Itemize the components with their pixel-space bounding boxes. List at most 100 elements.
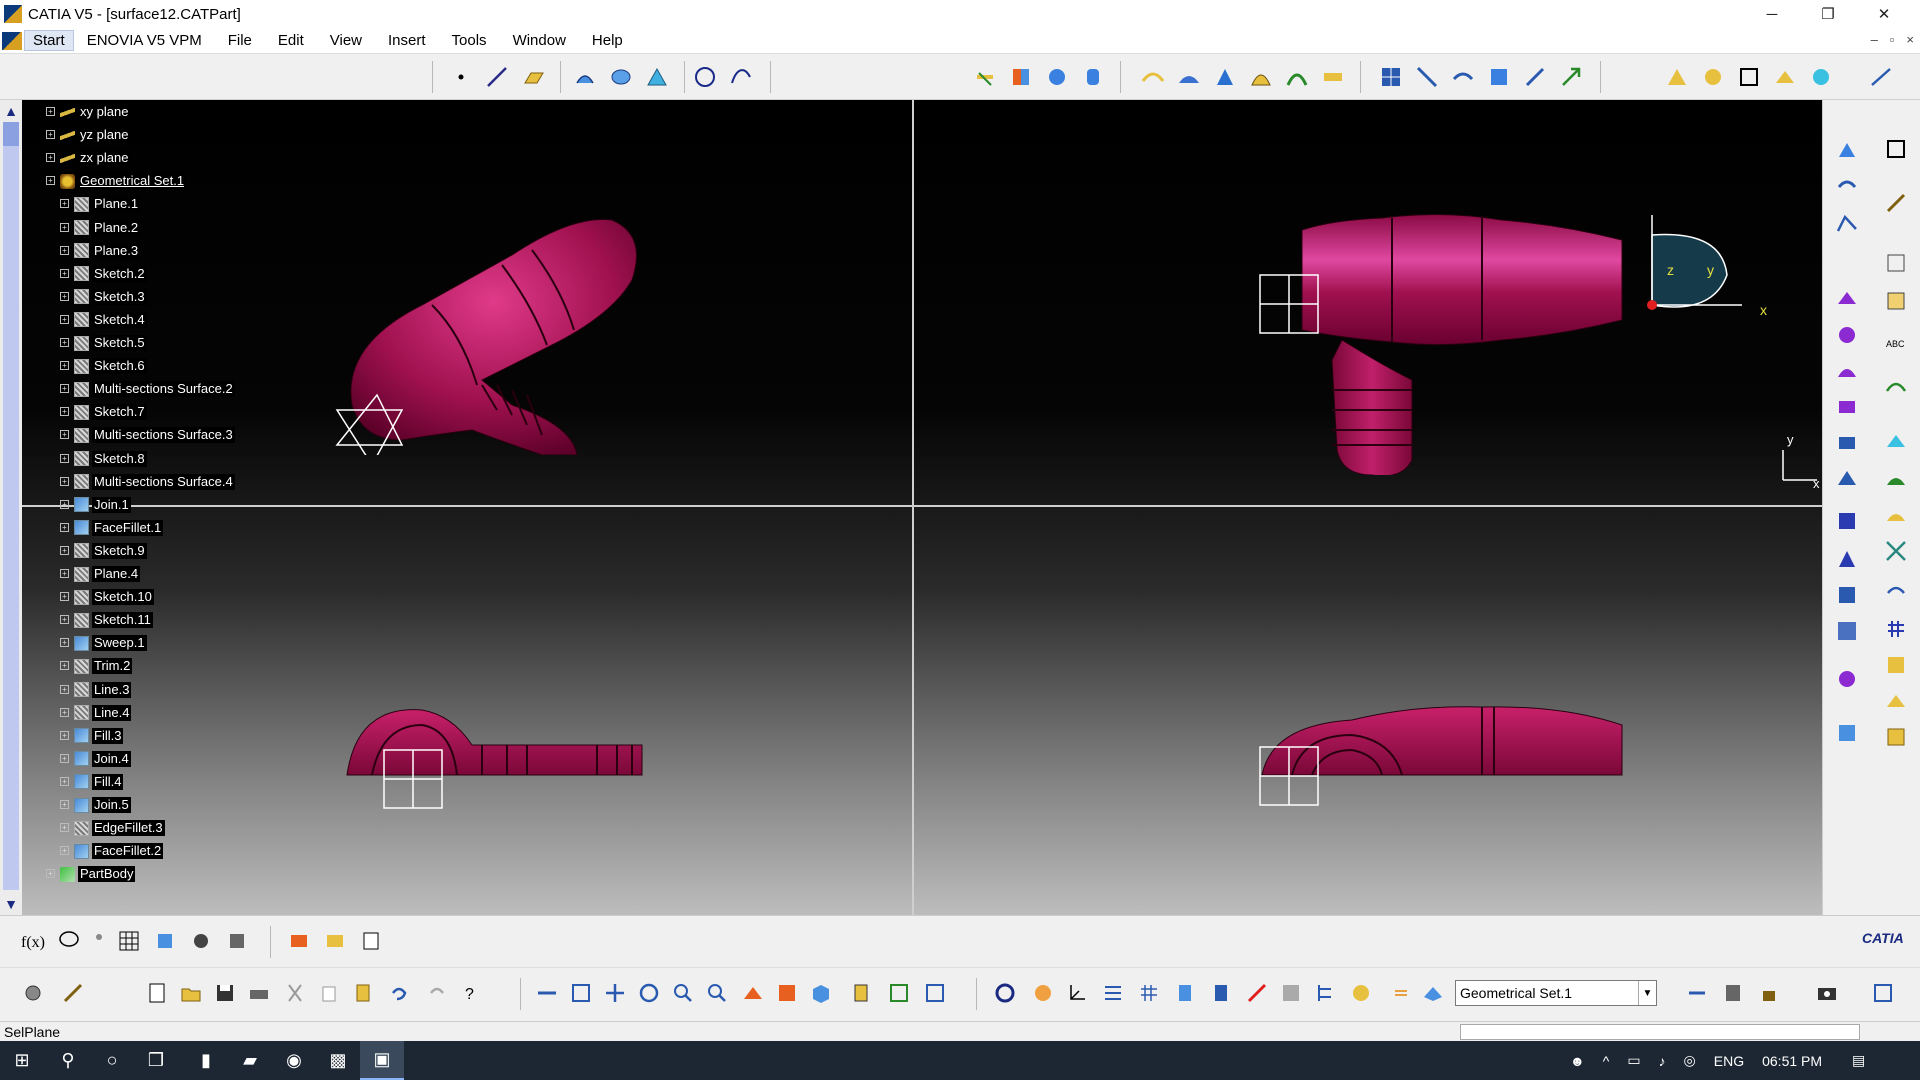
restore-button[interactable]: ❐: [1800, 0, 1856, 28]
user-feature-icon[interactable]: [322, 928, 348, 954]
undo-icon[interactable]: [386, 980, 412, 1006]
tree-expander-icon[interactable]: +: [60, 592, 69, 602]
menu-tools[interactable]: Tools: [439, 32, 500, 49]
clock[interactable]: 06:51 PM: [1762, 1053, 1822, 1069]
tree-expander-icon[interactable]: +: [46, 869, 55, 879]
file-explorer-icon[interactable]: ▰: [228, 1041, 272, 1080]
sphere-icon[interactable]: [1044, 64, 1070, 90]
fly-mode-icon[interactable]: [534, 980, 560, 1006]
project-icon[interactable]: [972, 64, 998, 90]
surface-blend-icon[interactable]: [1834, 430, 1860, 456]
scroll-up-arrow-icon[interactable]: ▲: [3, 102, 19, 120]
sketcher-icon[interactable]: [1834, 136, 1860, 162]
menu-file[interactable]: File: [215, 32, 265, 49]
draft-analysis-icon[interactable]: [1772, 64, 1798, 90]
3d-viewport[interactable]: + xy plane + yz plane + zx plane + Geometrical …: [22, 100, 1822, 915]
workbench-icon[interactable]: [60, 980, 86, 1006]
abc-text-icon[interactable]: ABC: [1883, 330, 1909, 356]
point-icon[interactable]: [448, 64, 474, 90]
hide-show-icon[interactable]: [1834, 720, 1860, 746]
tree-expander-icon[interactable]: +: [60, 199, 69, 209]
people-icon[interactable]: ☻: [1570, 1053, 1585, 1069]
tree-expander-icon[interactable]: +: [60, 753, 69, 763]
tree-item[interactable]: + FaceFillet.2: [60, 841, 164, 861]
print-icon[interactable]: [246, 980, 272, 1006]
part-front-view[interactable]: [1232, 190, 1652, 475]
clip-icon[interactable]: [1883, 652, 1909, 678]
tree-item[interactable]: + Plane.1: [60, 194, 141, 214]
tree-expander-icon[interactable]: +: [60, 222, 69, 232]
comment-icon[interactable]: [56, 928, 82, 954]
polyline-icon[interactable]: [1834, 210, 1860, 236]
command-input[interactable]: [1460, 1024, 1860, 1040]
menu-start[interactable]: Start: [24, 30, 74, 51]
rotate-icon[interactable]: [636, 980, 662, 1006]
offset-icon[interactable]: [1140, 64, 1166, 90]
tree-expander-icon[interactable]: +: [60, 522, 69, 532]
surface-fill-icon[interactable]: [1834, 394, 1860, 420]
menu-window[interactable]: Window: [500, 32, 579, 49]
surface-sphere-icon[interactable]: [1834, 358, 1860, 384]
plane-tool-icon[interactable]: [520, 64, 546, 90]
multi-view-icon[interactable]: [774, 980, 800, 1006]
menu-help[interactable]: Help: [579, 32, 636, 49]
tree-item[interactable]: + FaceFillet.1: [60, 518, 164, 538]
tree-item[interactable]: + Join.5: [60, 795, 131, 815]
mdi-minimize-button[interactable]: –: [1871, 32, 1878, 47]
tree-expander-icon[interactable]: +: [60, 268, 69, 278]
minimize-button[interactable]: ─: [1744, 0, 1800, 28]
solid-close-icon[interactable]: [1834, 582, 1860, 608]
tree-item[interactable]: + Sweep.1: [60, 633, 147, 653]
tree-item[interactable]: + Line.3: [60, 680, 132, 700]
iso-view-icon[interactable]: [808, 980, 834, 1006]
catia-app-icon[interactable]: [4, 5, 22, 23]
copy-icon[interactable]: [316, 980, 342, 1006]
parameter-icon[interactable]: [188, 928, 214, 954]
tree-expander-icon[interactable]: +: [46, 107, 55, 116]
extrapolate-icon[interactable]: [1522, 64, 1548, 90]
exit-icon[interactable]: [1870, 980, 1896, 1006]
tree-expander-icon[interactable]: +: [60, 338, 69, 347]
curvature-icon[interactable]: [1736, 64, 1762, 90]
tree-item[interactable]: + Line.4: [60, 703, 132, 723]
cortana-icon[interactable]: ○: [90, 1041, 134, 1080]
mdi-restore-button[interactable]: ▫: [1890, 32, 1895, 47]
solid-pad-icon[interactable]: [1834, 508, 1860, 534]
surface-revolve-icon[interactable]: [1834, 322, 1860, 348]
text-annotation-icon[interactable]: [1883, 250, 1909, 276]
menu-view[interactable]: View: [317, 32, 375, 49]
whats-this-icon[interactable]: ?: [460, 980, 486, 1006]
tree-expander-icon[interactable]: +: [60, 707, 69, 717]
hide-icon[interactable]: [886, 980, 912, 1006]
ordered-set-icon[interactable]: [1244, 980, 1270, 1006]
catia-menu-icon[interactable]: [2, 31, 22, 50]
zoom-in-icon[interactable]: [670, 980, 696, 1006]
trim-icon[interactable]: [1883, 538, 1909, 564]
zoom-out-icon[interactable]: [704, 980, 730, 1006]
grid-icon[interactable]: [1883, 616, 1909, 642]
surface-offset-icon[interactable]: [1834, 466, 1860, 492]
tree-item[interactable]: + Multi-sections Surface.3: [60, 425, 235, 445]
catalog-browser-icon[interactable]: [358, 928, 384, 954]
tree-item[interactable]: + EdgeFillet.3: [60, 818, 165, 838]
notification-icon[interactable]: ▤: [1852, 1052, 1865, 1069]
pan-icon[interactable]: [602, 980, 628, 1006]
line-icon[interactable]: [484, 64, 510, 90]
tree-expander-icon[interactable]: +: [60, 661, 69, 671]
axis-icon[interactable]: [1558, 64, 1584, 90]
fit-all-icon[interactable]: [568, 980, 594, 1006]
scroll-down-arrow-icon[interactable]: ▼: [3, 895, 19, 913]
task-view-icon[interactable]: ❒: [134, 1041, 178, 1080]
tree-item[interactable]: + xy plane: [46, 102, 131, 122]
shading-icon[interactable]: [848, 980, 874, 1006]
windows-start-icon[interactable]: ⊞: [0, 1041, 44, 1080]
wireframe-icon[interactable]: [1664, 64, 1690, 90]
tree-item[interactable]: + Sketch.9: [60, 541, 147, 561]
save-icon[interactable]: [212, 980, 238, 1006]
powercopy-icon[interactable]: [286, 928, 312, 954]
transform-icon[interactable]: [1834, 666, 1860, 692]
menu-enovia[interactable]: ENOVIA V5 VPM: [74, 32, 215, 49]
tree-scrollbar[interactable]: ▲ ▼: [0, 100, 22, 915]
solid-sew-icon[interactable]: [1834, 618, 1860, 644]
tree-expander-icon[interactable]: +: [60, 545, 69, 555]
